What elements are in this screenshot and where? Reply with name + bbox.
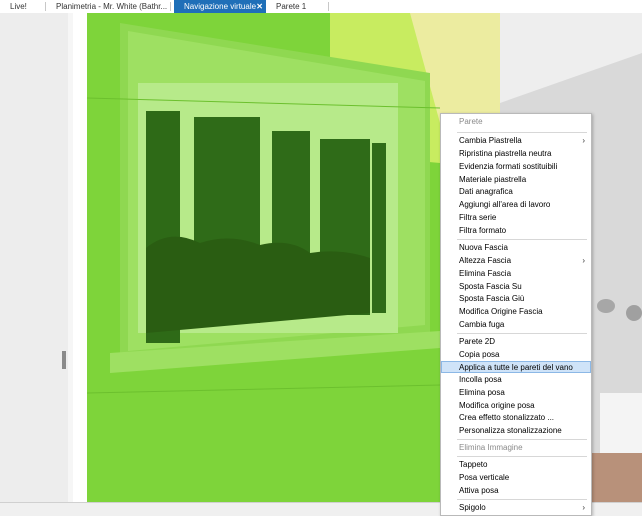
menu-item-copia-posa[interactable]: Copia posa <box>441 349 591 361</box>
tab-separator <box>170 2 171 11</box>
menu-item-tappeto[interactable]: Tappeto <box>441 459 591 471</box>
menu-item-modifica-origine-posa[interactable]: Modifica origine posa <box>441 400 591 412</box>
menu-item-modifica-origine-fascia[interactable]: Modifica Origine Fascia <box>441 306 591 318</box>
close-tab-icon[interactable]: ✕ <box>256 0 263 13</box>
tab-label: Planimetria - Mr. White (Bathr... <box>56 2 168 11</box>
menu-item-posa-verticale[interactable]: Posa verticale <box>441 472 591 484</box>
menu-item-applica-tutte-pareti[interactable]: Applica a tutte le pareti del vano <box>441 361 591 373</box>
menu-item-cambia-piastrella[interactable]: Cambia Piastrella › <box>441 135 591 147</box>
menu-header-parete: Parete <box>459 117 483 126</box>
tab-separator <box>328 2 329 11</box>
menu-item-dati-anagrafica[interactable]: Dati anagrafica <box>441 186 591 198</box>
menu-item-evidenzia-formati[interactable]: Evidenzia formati sostituibili <box>441 161 591 173</box>
tab-label: Live! <box>10 2 27 11</box>
menu-separator <box>457 499 587 500</box>
menu-separator <box>457 456 587 457</box>
tab-separator <box>45 2 46 11</box>
tab-live[interactable]: Live! <box>10 0 50 13</box>
tab-parete-1[interactable]: Parete 1 <box>276 0 326 13</box>
menu-separator <box>457 132 587 133</box>
menu-item-ripristina-piastrella[interactable]: Ripristina piastrella neutra <box>441 148 591 160</box>
menu-item-parete-2d[interactable]: Parete 2D <box>441 336 591 348</box>
tab-label: Parete 1 <box>276 2 307 11</box>
menu-item-cambia-fuga[interactable]: Cambia fuga <box>441 319 591 331</box>
context-menu: Parete Cambia Piastrella › Ripristina pia… <box>440 113 592 516</box>
menu-item-altezza-fascia[interactable]: Altezza Fascia › <box>441 255 591 267</box>
menu-item-sposta-fascia-giu[interactable]: Sposta Fascia Giù <box>441 293 591 305</box>
tab-planimetria[interactable]: Planimetria - Mr. White (Bathr... <box>56 0 168 13</box>
menu-item-aggiungi-area-lavoro[interactable]: Aggiungi all'area di lavoro <box>441 199 591 211</box>
tab-label: Navigazione virtuale <box>184 2 257 11</box>
menu-item-elimina-fascia[interactable]: Elimina Fascia <box>441 268 591 280</box>
chevron-right-icon: › <box>582 256 585 265</box>
document-tab-bar: Live! Planimetria - Mr. White (Bathr... … <box>0 0 642 13</box>
menu-item-elimina-immagine: Elimina Immagine <box>459 443 523 452</box>
menu-separator <box>457 333 587 334</box>
menu-item-nuova-fascia[interactable]: Nuova Fascia <box>441 242 591 254</box>
chevron-right-icon: › <box>582 136 585 145</box>
menu-item-materiale-piastrella[interactable]: Materiale piastrella <box>441 174 591 186</box>
menu-item-filtra-serie[interactable]: Filtra serie <box>441 212 591 224</box>
tab-navigazione-virtuale[interactable]: Navigazione virtuale ✕ <box>174 0 266 13</box>
menu-item-attiva-posa[interactable]: Attiva posa <box>441 485 591 497</box>
menu-item-spigolo[interactable]: Spigolo › <box>441 502 591 514</box>
menu-separator <box>457 239 587 240</box>
chevron-right-icon: › <box>582 503 585 512</box>
menu-item-personalizza-stonalizzazione[interactable]: Personalizza stonalizzazione <box>441 425 591 437</box>
menu-item-elimina-posa[interactable]: Elimina posa <box>441 387 591 399</box>
menu-item-incolla-posa[interactable]: Incolla posa <box>441 374 591 386</box>
menu-item-sposta-fascia-su[interactable]: Sposta Fascia Su <box>441 281 591 293</box>
menu-item-filtra-formato[interactable]: Filtra formato <box>441 225 591 237</box>
menu-item-crea-effetto-stonalizzato[interactable]: Crea effetto stonalizzato ... <box>441 412 591 424</box>
menu-separator <box>457 439 587 440</box>
